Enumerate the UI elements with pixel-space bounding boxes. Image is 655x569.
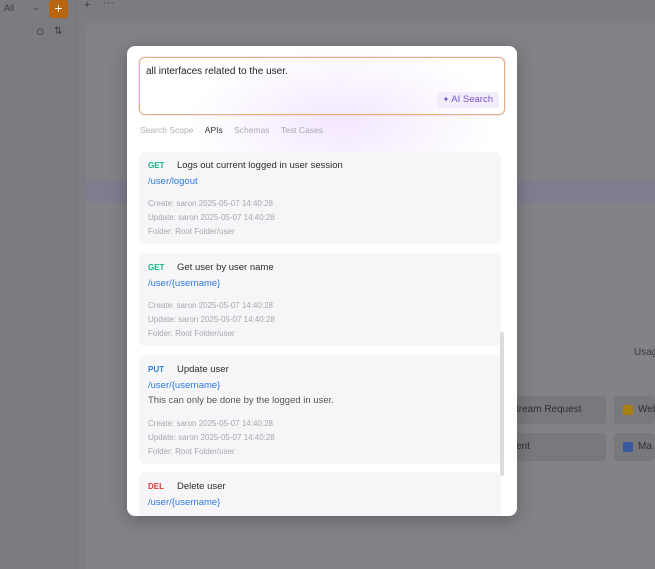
- add-button[interactable]: +: [49, 0, 68, 18]
- api-path: /user/logout: [148, 176, 198, 187]
- method-badge: DEL: [148, 482, 164, 491]
- updated-info: Update: saron 2025-05-07 14:40:28: [148, 213, 275, 222]
- api-summary: Get user by user name: [177, 262, 274, 273]
- search-scope-label: Search Scope: [140, 125, 194, 135]
- folder-info: Folder: Root Folder/user: [148, 227, 235, 236]
- quick-card-label: Web: [638, 404, 655, 415]
- search-scope-tabs: Search Scope APIs Schemas Test Cases: [140, 125, 332, 135]
- tab-test-cases[interactable]: Test Cases: [281, 125, 323, 135]
- result-card[interactable]: DEL Delete user /user/{username}: [139, 472, 501, 516]
- updated-info: Update: saron 2025-05-07 14:40:28: [148, 315, 275, 324]
- markdown-icon: [623, 442, 633, 452]
- project-select[interactable]: All ⌄: [4, 2, 42, 16]
- updated-info: Update: saron 2025-05-07 14:40:28: [148, 433, 275, 442]
- method-badge: GET: [148, 161, 165, 170]
- result-card[interactable]: GET Logs out current logged in user sess…: [139, 152, 501, 244]
- api-summary: Delete user: [177, 481, 226, 492]
- api-description: This can only be done by the logged in u…: [148, 395, 334, 406]
- locate-icon[interactable]: ⊙: [36, 27, 44, 38]
- tab-schemas[interactable]: Schemas: [234, 125, 269, 135]
- more-icon[interactable]: ···: [103, 0, 114, 9]
- quick-card-label: tream Request: [516, 404, 582, 415]
- quick-card-label: ent: [516, 441, 530, 452]
- ai-search-input[interactable]: all interfaces related to the user. ✦ AI …: [139, 57, 505, 115]
- api-path: /user/{username}: [148, 380, 221, 391]
- created-info: Create: saron 2025-05-07 14:40:28: [148, 199, 273, 208]
- ai-search-modal: all interfaces related to the user. ✦ AI …: [127, 46, 517, 516]
- method-badge: PUT: [148, 365, 164, 374]
- result-card[interactable]: GET Get user by user name /user/{usernam…: [139, 253, 501, 346]
- api-path: /user/{username}: [148, 278, 221, 289]
- folder-info: Folder: Root Folder/user: [148, 447, 235, 456]
- new-tab-button[interactable]: +: [84, 0, 90, 11]
- top-bar: [0, 0, 655, 18]
- usage-label: Usag: [634, 347, 655, 358]
- chevron-down-icon: ⌄: [32, 2, 40, 12]
- sort-icon[interactable]: ⇅: [54, 26, 62, 37]
- results-scrollbar[interactable]: [500, 332, 504, 476]
- search-query-text[interactable]: all interfaces related to the user.: [146, 66, 288, 77]
- api-summary: Update user: [177, 364, 229, 375]
- ai-search-button[interactable]: ✦ AI Search: [436, 92, 499, 108]
- ai-search-button-label: AI Search: [451, 94, 493, 105]
- result-card[interactable]: PUT Update user /user/{username} This ca…: [139, 355, 501, 464]
- folder-info: Folder: Root Folder/user: [148, 329, 235, 338]
- project-select-label: All: [4, 3, 15, 13]
- quick-card-markdown[interactable]: Ma: [614, 433, 655, 461]
- quick-card-label: Ma: [638, 441, 652, 452]
- created-info: Create: saron 2025-05-07 14:40:28: [148, 419, 273, 428]
- created-info: Create: saron 2025-05-07 14:40:28: [148, 301, 273, 310]
- web-icon: [623, 405, 633, 415]
- tab-apis[interactable]: APIs: [205, 125, 223, 135]
- sidebar: [0, 0, 77, 569]
- quick-card-web[interactable]: Web: [614, 396, 655, 424]
- method-badge: GET: [148, 263, 165, 272]
- api-path: /user/{username}: [148, 497, 221, 508]
- search-results: GET Logs out current logged in user sess…: [139, 152, 501, 516]
- sparkle-icon: ✦: [442, 95, 450, 104]
- api-summary: Logs out current logged in user session: [177, 160, 343, 171]
